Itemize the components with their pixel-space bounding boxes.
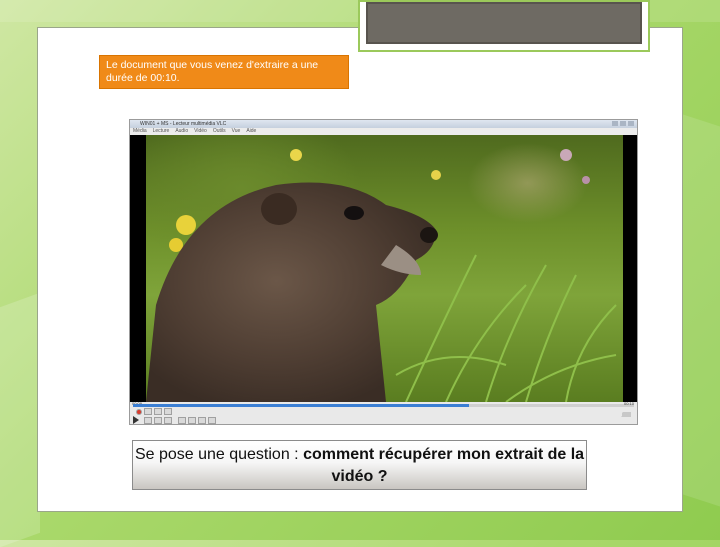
loop-ab-button[interactable]: [154, 408, 162, 415]
vlc-player-window: WIN01 + MS - Lecteur multimédia VLC Médi…: [129, 119, 638, 425]
next-button[interactable]: [164, 417, 172, 424]
duration-callout-text: Le document que vous venez d'extraire a …: [106, 59, 319, 84]
frame-step-button[interactable]: [164, 408, 172, 415]
stop-button[interactable]: [154, 417, 162, 424]
minimize-icon[interactable]: [612, 121, 618, 126]
maximize-icon[interactable]: [620, 121, 626, 126]
menu-lecture[interactable]: Lecture: [153, 128, 170, 135]
seek-bar-fill: [133, 404, 469, 407]
slide-header-tab: [358, 0, 650, 52]
loop-button[interactable]: [198, 417, 206, 424]
menu-media[interactable]: Média: [133, 128, 147, 135]
vlc-controls: [132, 408, 635, 424]
question-prefix: Se pose une question :: [134, 446, 304, 463]
seek-bar[interactable]: [133, 404, 634, 407]
menu-video[interactable]: Vidéo: [194, 128, 207, 135]
menu-outils[interactable]: Outils: [213, 128, 226, 135]
vlc-title-bar: WIN01 + MS - Lecteur multimédia VLC: [130, 120, 637, 128]
fullscreen-button[interactable]: [178, 417, 186, 424]
menu-aide[interactable]: Aide: [246, 128, 256, 135]
record-button[interactable]: [136, 409, 142, 415]
duration-callout: Le document que vous venez d'extraire a …: [99, 55, 349, 89]
total-time: 00:10: [623, 401, 634, 406]
playlist-button[interactable]: [188, 417, 196, 424]
close-icon[interactable]: [628, 121, 634, 126]
background-shard: [680, 113, 720, 507]
menu-vue[interactable]: Vue: [232, 128, 241, 135]
question-emphasis: comment récupérer mon extrait de la vidé…: [303, 446, 585, 485]
question-box: Se pose une question : comment récupérer…: [132, 440, 587, 490]
volume-slider[interactable]: [613, 412, 631, 417]
vlc-menu-bar: Média Lecture Audio Vidéo Outils Vue Aid…: [130, 128, 637, 135]
play-icon[interactable]: [133, 416, 139, 424]
menu-audio[interactable]: Audio: [175, 128, 188, 135]
slide-header-tab-inner: [366, 2, 642, 44]
video-area[interactable]: [130, 135, 637, 402]
background-shard: [0, 292, 40, 547]
shuffle-button[interactable]: [208, 417, 216, 424]
previous-button[interactable]: [144, 417, 152, 424]
vlc-title: WIN01 + MS - Lecteur multimédia VLC: [140, 121, 227, 127]
snapshot-button[interactable]: [144, 408, 152, 415]
video-frame: [146, 135, 623, 402]
marmot-image: [146, 149, 617, 402]
